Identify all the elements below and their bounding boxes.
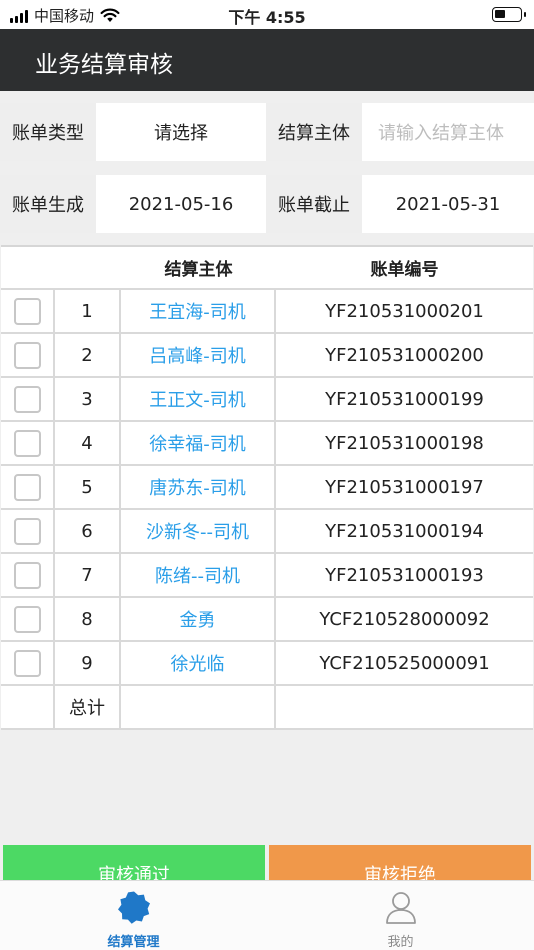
settlement-badge-icon [117,891,150,924]
tab-settlement[interactable]: 结算管理 [0,881,267,950]
row-checkbox[interactable] [13,341,41,369]
row-entity-link[interactable]: 徐幸福-司机 [121,422,276,464]
table-row: 2 吕高峰-司机 YF210531000200 [1,334,533,378]
row-index: 7 [55,554,121,596]
reject-button[interactable]: 审核拒绝 [269,845,531,885]
table-row: 3 王正文-司机 YF210531000199 [1,378,533,422]
approve-button[interactable]: 审核通过 [3,845,265,885]
row-index: 8 [55,598,121,640]
row-entity-link[interactable]: 唐苏东-司机 [121,466,276,508]
bill-table: 结算主体 账单编号 1 王宜海-司机 YF210531000201 2 吕高峰-… [1,245,533,730]
header-entity: 结算主体 [164,260,233,280]
row-entity-link[interactable]: 王宜海-司机 [121,290,276,332]
header-bill-no: 账单编号 [370,260,439,280]
tab-bar: 结算管理 我的 [0,880,534,950]
row-index: 3 [55,378,121,420]
row-bill-no: YF210531000198 [325,432,484,454]
status-bar: 中国移动 下午 4:55 [0,0,534,29]
tab-mine-label: 我的 [387,935,414,950]
row-bill-no: YCF210528000092 [319,608,490,630]
bill-generate-label: 账单生成 [0,175,96,233]
row-checkbox[interactable] [13,297,41,325]
row-entity-link[interactable]: 徐光临 [121,642,276,684]
total-label: 总计 [55,686,121,728]
tab-settlement-label: 结算管理 [107,935,160,950]
row-checkbox[interactable] [13,517,41,545]
row-bill-no: YF210531000193 [325,564,484,586]
row-index: 1 [55,290,121,332]
row-entity-link[interactable]: 陈绪--司机 [121,554,276,596]
settle-entity-label: 结算主体 [266,103,362,161]
battery-level [495,10,505,18]
bill-generate-date[interactable]: 2021-05-16 [96,175,266,233]
row-index: 9 [55,642,121,684]
bill-end-label: 账单截止 [266,175,362,233]
table-row: 7 陈绪--司机 YF210531000193 [1,554,533,598]
row-checkbox[interactable] [13,385,41,413]
row-checkbox[interactable] [13,561,41,589]
settle-entity-input[interactable]: 请输入结算主体 [362,103,534,161]
table-row: 6 沙新冬--司机 YF210531000194 [1,510,533,554]
table-row: 5 唐苏东-司机 YF210531000197 [1,466,533,510]
table-row: 1 王宜海-司机 YF210531000201 [1,290,533,334]
bill-type-label: 账单类型 [0,103,96,161]
row-entity-link[interactable]: 王正文-司机 [121,378,276,420]
row-checkbox[interactable] [13,605,41,633]
page-title: 业务结算审核 [35,52,173,78]
row-bill-no: YF210531000194 [325,520,484,542]
table-row: 9 徐光临 YCF210525000091 [1,642,533,686]
filter-row-1: 账单类型 请选择 结算主体 请输入结算主体 [0,103,534,161]
clock: 下午 4:55 [228,8,306,27]
row-bill-no: YF210531000200 [325,344,484,366]
table-row: 8 金勇 YCF210528000092 [1,598,533,642]
row-bill-no: YCF210525000091 [319,652,490,674]
row-index: 4 [55,422,121,464]
table-header: 结算主体 账单编号 [1,247,533,290]
table-row: 4 徐幸福-司机 YF210531000198 [1,422,533,466]
row-checkbox[interactable] [13,473,41,501]
bill-end-date[interactable]: 2021-05-31 [362,175,534,233]
nav-bar: 业务结算审核 [0,29,534,91]
row-entity-link[interactable]: 金勇 [121,598,276,640]
row-bill-no: YF210531000199 [325,388,484,410]
row-checkbox[interactable] [13,649,41,677]
row-bill-no: YF210531000201 [325,300,484,322]
row-index: 2 [55,334,121,376]
row-index: 6 [55,510,121,552]
tab-mine[interactable]: 我的 [267,881,534,950]
row-index: 5 [55,466,121,508]
table-total-row: 总计 [1,686,533,730]
battery-icon [492,7,526,22]
row-entity-link[interactable]: 吕高峰-司机 [121,334,276,376]
filter-row-2: 账单生成 2021-05-16 账单截止 2021-05-31 [0,175,534,233]
row-checkbox[interactable] [13,429,41,457]
row-bill-no: YF210531000197 [325,476,484,498]
user-icon [385,892,416,924]
row-entity-link[interactable]: 沙新冬--司机 [121,510,276,552]
bill-type-select[interactable]: 请选择 [96,103,266,161]
